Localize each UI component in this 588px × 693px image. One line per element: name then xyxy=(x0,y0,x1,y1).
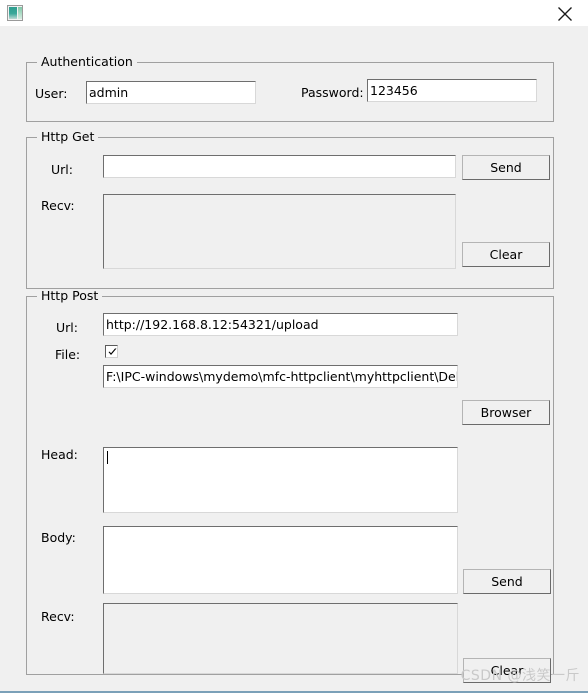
http-post-browser-button[interactable]: Browser xyxy=(462,400,550,425)
app-icon-left-pane xyxy=(9,7,17,19)
http-get-url-input[interactable] xyxy=(103,155,456,178)
http-post-send-button[interactable]: Send xyxy=(463,569,551,594)
authentication-group: Authentication User: admin Password: 123… xyxy=(26,55,554,122)
password-input[interactable]: 123456 xyxy=(367,79,537,102)
http-get-send-button[interactable]: Send xyxy=(462,155,550,180)
http-post-url-input[interactable]: http://192.168.8.12:54321/upload xyxy=(103,313,458,336)
http-post-group-title: Http Post xyxy=(37,289,103,303)
http-get-url-label: Url: xyxy=(51,162,73,177)
user-label: User: xyxy=(35,86,68,101)
title-bar xyxy=(0,0,588,27)
http-post-head-label: Head: xyxy=(41,447,78,462)
authentication-group-title: Authentication xyxy=(37,55,137,69)
http-post-file-checkbox[interactable] xyxy=(105,345,118,358)
close-button[interactable] xyxy=(542,0,588,26)
app-window-icon xyxy=(7,5,23,21)
http-post-head-input[interactable] xyxy=(103,447,458,513)
http-post-body-input[interactable] xyxy=(103,526,458,594)
app-icon-right-pane xyxy=(18,7,22,19)
text-caret xyxy=(107,451,108,464)
user-input[interactable]: admin xyxy=(86,81,256,104)
http-post-clear-button[interactable]: Clear xyxy=(463,658,551,683)
http-post-url-label: Url: xyxy=(56,320,78,335)
dialog-content: Authentication User: admin Password: 123… xyxy=(0,26,588,691)
checkmark-icon xyxy=(108,348,117,355)
http-post-file-path-input[interactable]: F:\IPC-windows\mydemo\mfc-httpclient\myh… xyxy=(103,365,458,388)
http-post-group: Http Post Url: http://192.168.8.12:54321… xyxy=(26,289,554,683)
app-window: Authentication User: admin Password: 123… xyxy=(0,0,588,693)
close-icon xyxy=(558,7,572,21)
password-label: Password: xyxy=(301,85,364,100)
http-post-recv-label: Recv: xyxy=(41,609,75,624)
http-post-file-label: File: xyxy=(55,347,81,362)
http-get-group-title: Http Get xyxy=(37,130,99,144)
http-get-clear-button[interactable]: Clear xyxy=(462,242,550,267)
http-get-group: Http Get Url: Send Recv: Clear xyxy=(26,130,554,289)
http-post-recv-output[interactable] xyxy=(103,603,458,674)
http-post-body-label: Body: xyxy=(41,530,76,545)
http-get-recv-output[interactable] xyxy=(103,194,456,269)
http-get-recv-label: Recv: xyxy=(41,198,75,213)
